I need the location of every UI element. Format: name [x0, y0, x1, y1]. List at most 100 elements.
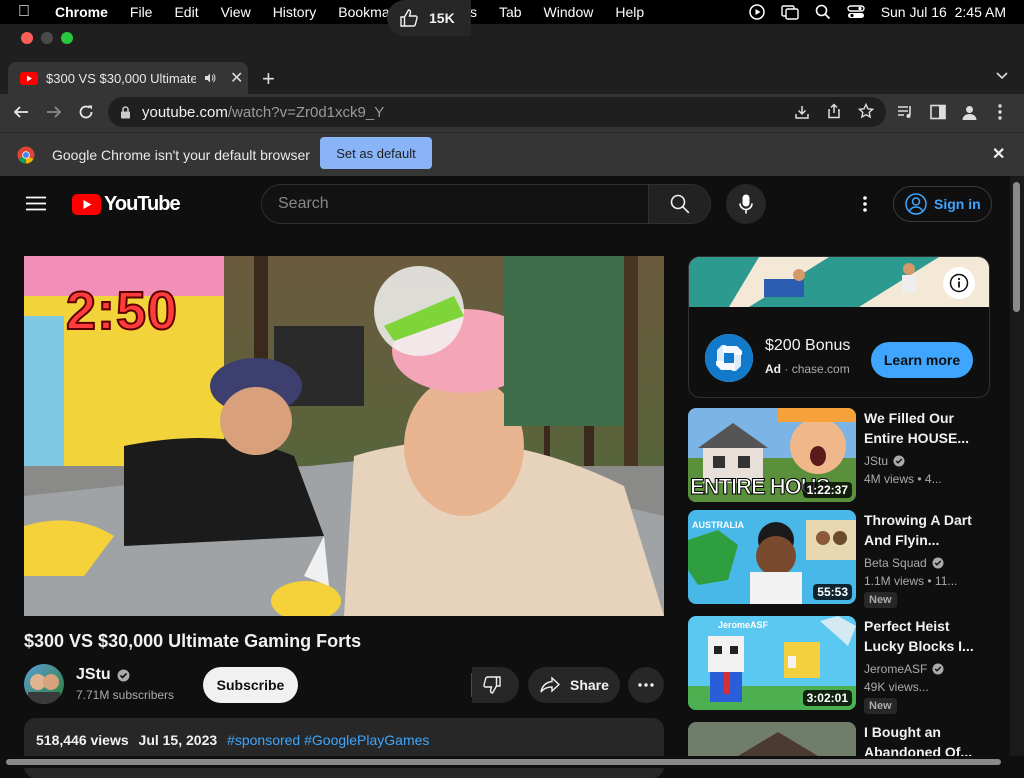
set-as-default-button[interactable]: Set as default — [320, 137, 432, 169]
video-duration: 1:22:37 — [802, 482, 852, 498]
profile-icon[interactable] — [961, 104, 978, 121]
dislike-button[interactable] — [472, 667, 519, 703]
tab-close-icon[interactable]: ✕ — [230, 68, 243, 88]
horizontal-scrollbar-thumb[interactable] — [6, 759, 1001, 765]
menu-history[interactable]: History — [262, 4, 328, 20]
search-input[interactable]: Search — [261, 184, 649, 224]
share-button[interactable]: Share — [528, 667, 620, 703]
side-panel-icon[interactable] — [930, 104, 946, 120]
new-badge: New — [864, 698, 897, 714]
sign-in-button[interactable]: Sign in — [893, 186, 992, 222]
browser-tab-active[interactable]: $300 VS $30,000 Ultimate ✕ — [8, 62, 248, 94]
menu-help[interactable]: Help — [604, 4, 655, 20]
youtube-logo[interactable]: YouTube — [72, 193, 181, 216]
lock-icon[interactable] — [120, 105, 131, 119]
menu-view[interactable]: View — [210, 4, 262, 20]
channel-avatar[interactable] — [24, 664, 64, 704]
recommended-age: • 11... — [927, 574, 958, 588]
settings-more-icon[interactable] — [863, 196, 867, 212]
video-thumbnail[interactable]: AUSTRALIA 55:53 — [688, 510, 856, 604]
thumbs-up-icon — [400, 9, 418, 27]
recommended-title[interactable]: I Bought an Abandoned Of... — [864, 722, 974, 756]
install-app-icon[interactable] — [794, 104, 810, 120]
microphone-icon — [739, 194, 753, 214]
recommended-title[interactable]: We Filled Our Entire HOUSE... — [864, 408, 974, 448]
info-icon — [949, 273, 969, 293]
new-tab-button[interactable]: + — [262, 66, 275, 92]
default-browser-infobar: Google Chrome isn't your default browser — [0, 132, 1024, 176]
scrollbar-thumb[interactable] — [1013, 182, 1020, 312]
hashtags[interactable]: #sponsored #GooglePlayGames — [227, 732, 429, 748]
recommended-channel[interactable]: JStu — [864, 454, 888, 468]
youtube-logo-icon — [72, 194, 101, 215]
like-count: 15K — [429, 10, 455, 26]
sign-in-label: Sign in — [934, 196, 981, 212]
zoom-window-button[interactable] — [61, 32, 73, 44]
like-button[interactable]: 15K — [387, 0, 471, 36]
chase-logo — [705, 334, 753, 382]
bookmark-star-icon[interactable] — [858, 103, 874, 119]
recommended-channel[interactable]: JeromeASF — [864, 662, 927, 676]
channel-name[interactable]: JStu — [76, 666, 111, 684]
recommended-title[interactable]: Throwing A Dart And Flyin... — [864, 510, 974, 550]
thumbnail-text: AUSTRALIA — [692, 520, 744, 530]
ad-domain: chase.com — [791, 362, 850, 376]
apple-menu-icon[interactable]:  — [0, 3, 44, 21]
recommended-video[interactable]: I Bought an Abandoned Of... — [688, 722, 998, 756]
recommended-channel-row: JeromeASF — [864, 662, 944, 676]
media-control-icon[interactable] — [897, 104, 915, 120]
recommended-age: • 4... — [917, 472, 942, 486]
tab-search-chevron-icon[interactable] — [996, 72, 1008, 80]
chrome-menu-icon[interactable] — [998, 104, 1002, 120]
video-thumbnail[interactable]: ENTIRE HOUS 1:22:37 — [688, 408, 856, 502]
learn-more-button[interactable]: Learn more — [871, 342, 973, 378]
recommended-video[interactable]: JeromeASF 3:02:01 Perfect Heist Lucky Bl… — [688, 616, 998, 714]
video-thumbnail[interactable] — [688, 722, 856, 756]
share-page-icon[interactable] — [826, 103, 842, 119]
video-thumbnail[interactable]: JeromeASF 3:02:01 — [688, 616, 856, 710]
menu-file[interactable]: File — [119, 4, 164, 20]
menu-edit[interactable]: Edit — [163, 4, 209, 20]
address-bar[interactable]: youtube.com/watch?v=Zr0d1xck9_Y — [108, 97, 886, 127]
ad-headline: $200 Bonus — [765, 337, 851, 354]
horizontal-scrollbar[interactable] — [0, 756, 1024, 768]
reload-icon[interactable] — [78, 104, 94, 120]
recommended-channel[interactable]: Beta Squad — [864, 556, 927, 570]
chase-octagon-icon — [705, 334, 753, 382]
subscribe-button[interactable]: Subscribe — [203, 667, 298, 703]
more-actions-button[interactable] — [628, 667, 664, 703]
recommended-video[interactable]: AUSTRALIA 55:53 Throwing A Dart And Flyi… — [688, 510, 998, 608]
account-circle-icon — [905, 193, 927, 215]
menu-window[interactable]: Window — [533, 4, 605, 20]
video-duration: 55:53 — [813, 584, 852, 600]
recommended-video[interactable]: ENTIRE HOUS 1:22:37 We Filled Our Entire… — [688, 408, 998, 503]
search-icon — [670, 194, 689, 214]
recommended-title[interactable]: Perfect Heist Lucky Blocks I... — [864, 616, 974, 656]
sidebar-ad[interactable]: $200 Bonus Ad · chase.com Learn more — [688, 256, 990, 398]
vertical-scrollbar[interactable] — [1010, 176, 1024, 756]
control-center-icon[interactable] — [846, 4, 865, 20]
ad-dot: · — [784, 362, 792, 376]
video-title: $300 VS $30,000 Ultimate Gaming Forts — [24, 631, 362, 651]
voice-search-button[interactable] — [726, 184, 766, 224]
ad-info-button[interactable] — [943, 267, 975, 299]
menu-tab[interactable]: Tab — [488, 4, 533, 20]
video-player[interactable]: 2:50 — [24, 256, 664, 616]
media-play-icon[interactable] — [748, 4, 765, 20]
youtube-favicon-icon — [20, 71, 38, 85]
close-window-button[interactable] — [21, 32, 33, 44]
video-description[interactable]: 518,446 views Jul 15, 2023 #sponsored #G… — [24, 718, 664, 778]
forward-arrow-icon[interactable] — [46, 104, 62, 120]
tab-audio-icon[interactable] — [204, 72, 216, 84]
menu-app-name[interactable]: Chrome — [44, 4, 119, 20]
infobar-close-icon[interactable]: ✕ — [992, 144, 1005, 164]
thumbnail-image — [688, 722, 856, 756]
hamburger-menu-icon[interactable] — [26, 196, 46, 211]
screen-mirroring-icon[interactable] — [780, 4, 799, 20]
back-arrow-icon[interactable] — [13, 104, 29, 120]
view-count: 518,446 views — [36, 732, 129, 748]
menubar-clock[interactable]: Sun Jul 16 2:45 AM — [881, 4, 1006, 20]
spotlight-search-icon[interactable] — [815, 4, 831, 20]
minimize-window-button[interactable] — [41, 32, 53, 44]
search-button[interactable] — [648, 184, 711, 224]
